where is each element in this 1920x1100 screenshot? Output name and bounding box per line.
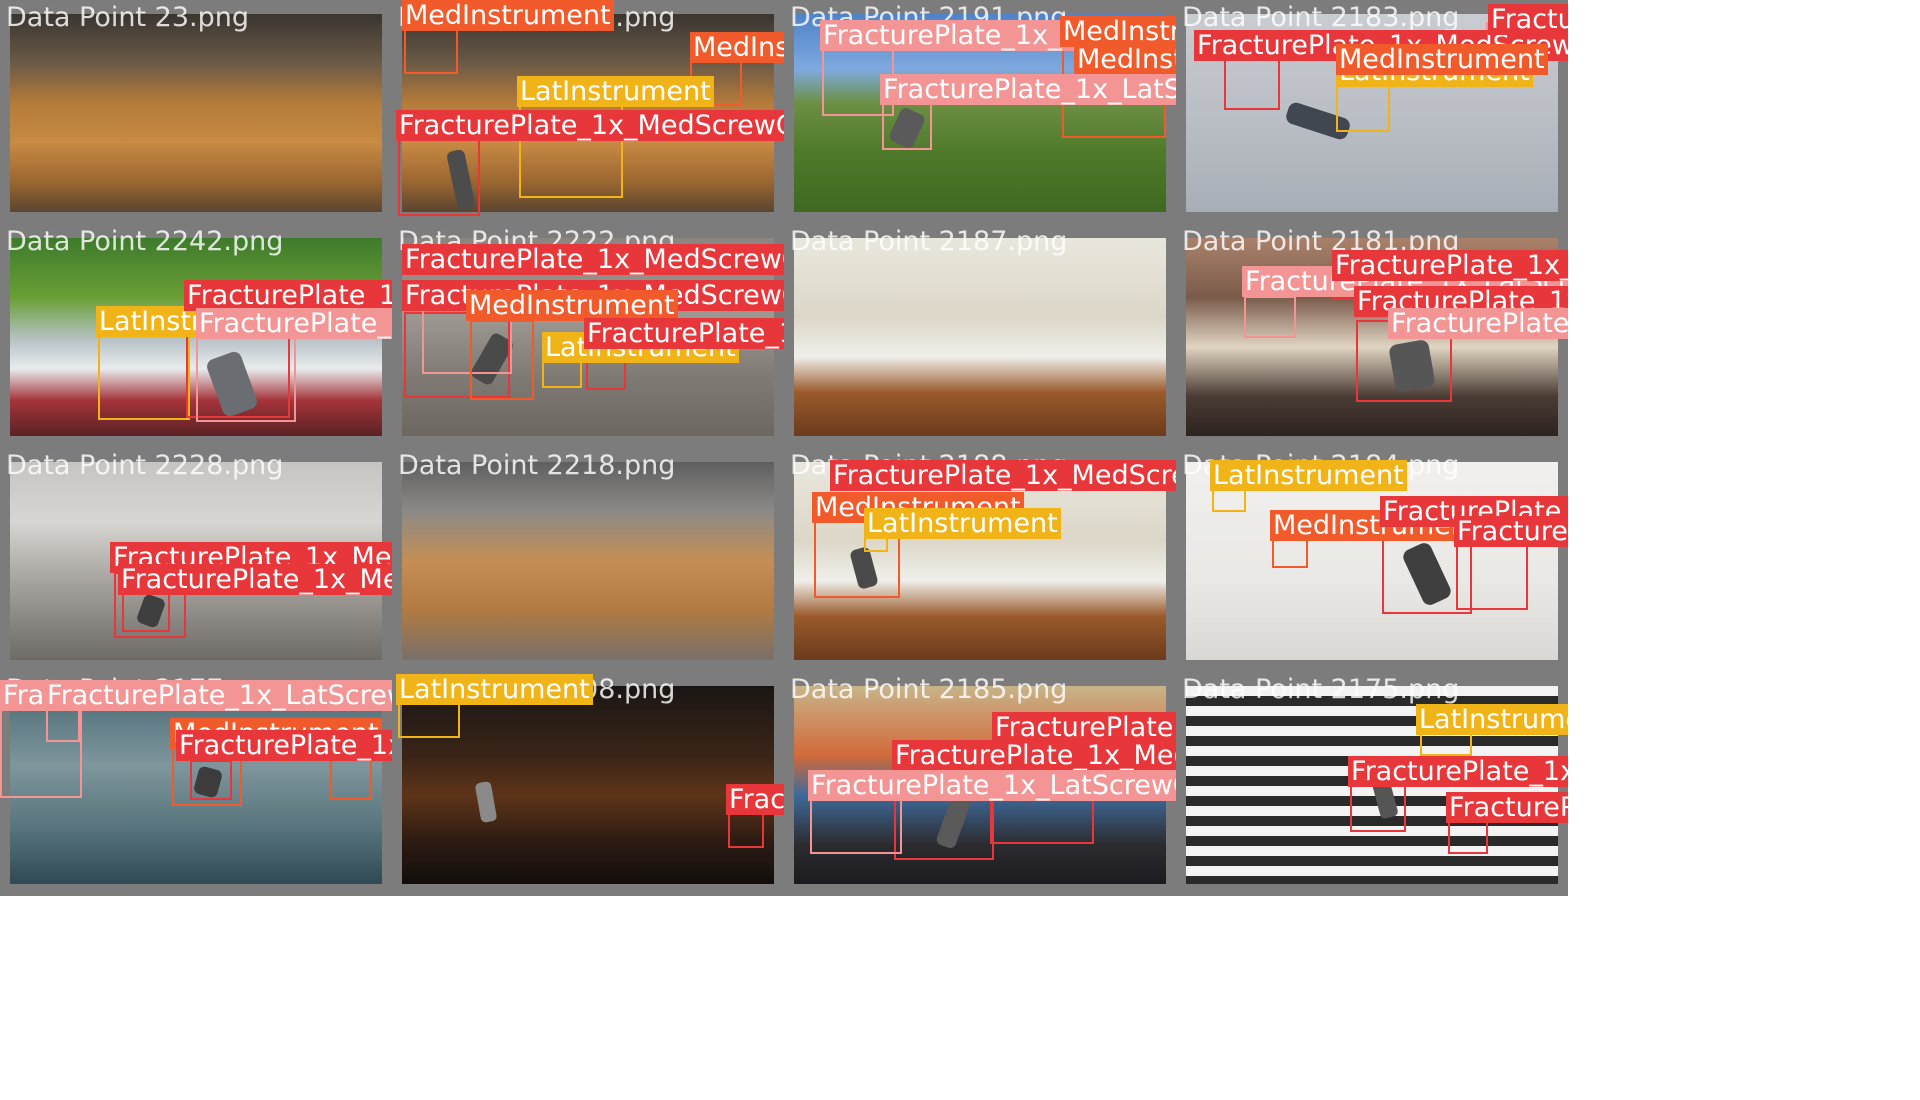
label-lat-instrument: LatInstrument: [1416, 704, 1568, 735]
label-med-instrument: MedInstrument: [466, 290, 678, 321]
label-med-instrument: MedInstrument: [1060, 16, 1176, 47]
tile-data-point-2181: Data Point 2181.png FracturePlate_1x_Lat…: [1176, 224, 1568, 448]
image-filename: Data Point 23.png: [6, 2, 249, 33]
bbox-fracture-plate-med: [190, 760, 232, 800]
bbox-fracture-plate-med: [586, 360, 626, 390]
label-fracture-plate-med: FracturePlate_1x_MedScrewCut1: [184, 280, 392, 311]
label-fracture-plate-med: FracturePlate_1x_MedScrewCut1: [402, 244, 784, 275]
label-fracture-plate-med: FracturePlate_1x_MedScrewCut1: [396, 110, 784, 141]
image-wooden-furniture: [402, 462, 774, 660]
prediction-grid: Data Point 23.png Data Point 2208.png Me…: [0, 0, 1920, 1100]
label-fracture-plate-lat: FracturePlate_1x_LatScrewCut1: [196, 308, 392, 339]
bbox-fracture-plate-lat: [196, 334, 296, 422]
bbox-fracture-plate-med: [1456, 544, 1528, 610]
tile-data-point-2183: Data Point 2183.png FracturePlate_1x_Med…: [1176, 0, 1568, 224]
tile-data-point-23: Data Point 23.png: [0, 0, 392, 224]
label-lat-instrument: LatInstrument: [517, 76, 714, 107]
image-filename: Data Point 2218.png: [398, 450, 676, 481]
label-fracture-plate-lat: FracturePlate_1x_LatScrewCut1: [1388, 308, 1568, 339]
label-fracture-plate-med: FracturePlate_1x_MedScrewCut1: [830, 460, 1176, 491]
label-med-instrument: MedInstrument: [690, 32, 784, 63]
bbox-fracture-plate-lat: [810, 794, 902, 854]
bbox-fracture-plate-lat: [1244, 296, 1296, 338]
tile-data-point-2188: Data Point 2188.png MedInstrument LatIns…: [784, 448, 1176, 672]
label-fracture-plate-med: FracturePlate_1x_MedScrewCut1: [1332, 250, 1568, 281]
image-filename: Data Point 2175.png: [1182, 674, 1460, 705]
image-filename: Data Point 2185.png: [790, 674, 1068, 705]
image-filename: Data Point 2187.png: [790, 226, 1068, 257]
tile-data-point-2187: Data Point 2187.png: [784, 224, 1176, 448]
label-fracture-plate-med: FracturePlate_1x_MedScrewCut1: [118, 564, 392, 595]
image-filename: Data Point 2242.png: [6, 226, 284, 257]
label-fracture-plate-med: FracturePlate_1x_MedScrewCut1: [176, 730, 392, 761]
tile-data-point-2222: Data Point 2222.png FracturePlate_1x_Med…: [392, 224, 784, 448]
bbox-fracture-plate-med: [1224, 58, 1280, 110]
label-fracture-plate-med: FracturePlate_1x_MedScrewCut1: [1488, 4, 1568, 35]
label-fracture-plate-lat: FracturePlate_1x_LatScrewCut1: [880, 74, 1176, 105]
bbox-fracture-plate-med: [728, 812, 764, 848]
tile-data-point-2191: Data Point 2191.png FracturePlate_1x_Lat…: [784, 0, 1176, 224]
image-wooden-table: [10, 14, 382, 212]
label-lat-instrument: LatInstrument: [864, 508, 1061, 539]
tile-data-point-2218: Data Point 2218.png: [392, 448, 784, 672]
tile-data-point-2185: Data Point 2185.png FracturePlate_1x_Med…: [784, 672, 1176, 896]
image-filename: Data Point 2228.png: [6, 450, 284, 481]
label-fracture-plate-med: FracturePlate_1x_MedScrewCut1: [584, 318, 784, 349]
bbox-fracture-plate-lat: [46, 708, 80, 742]
tile-data-point-2208-b: Data Point 2208.png LatInstrument Fractu…: [392, 672, 784, 896]
label-med-instrument: MedInstrument: [1336, 44, 1548, 75]
tile-data-point-2184: Data Point 2184.png LatInstrument MedIns…: [1176, 448, 1568, 672]
image-filename: Data Point 2183.png: [1182, 2, 1460, 33]
bbox-med-instrument: [470, 320, 534, 400]
label-fracture-plate-med: FracturePlate_1x_MedScrewCut1: [1446, 792, 1568, 823]
bbox-med-instrument: [330, 756, 372, 800]
tile-data-point-2242: Data Point 2242.png LatInstrument Fractu…: [0, 224, 392, 448]
label-fracture-plate-med: FracturePlate_1x_MedScrewCut1: [726, 784, 784, 815]
bbox-fracture-plate-med: [122, 590, 170, 632]
label-fracture-plate-lat: FracturePlate_1x_LatScrewCut1: [808, 770, 1176, 801]
label-med-instrument: MedInstrument: [402, 0, 614, 31]
label-fracture-plate-med: FracturePlate_1x_MedScrewCut1: [992, 712, 1176, 743]
label-fracture-plate-med: FracturePlate_1x_MedScrewCut1: [892, 740, 1176, 771]
label-fracture-plate-med: FracturePlate_1x_MedScrewCut1: [1348, 756, 1568, 787]
label-med-instrument: MedInstrument: [1074, 44, 1176, 75]
tile-data-point-2177: Data Point 2177.png FracturePlate_1x_Lat…: [0, 672, 392, 896]
bbox-lat-instrument: [98, 328, 190, 420]
label-fracture-plate-lat: FracturePlate_1x_LatScrewCut1: [44, 680, 392, 711]
image-kitchen: [794, 238, 1166, 436]
tile-data-point-2175: Data Point 2175.png LatInstrument Fractu…: [1176, 672, 1568, 896]
label-lat-instrument: LatInstrument: [1210, 460, 1407, 491]
tile-data-point-2228: Data Point 2228.png FracturePlate_1x_Med…: [0, 448, 392, 672]
bbox-fracture-plate-med: [398, 136, 480, 216]
label-fracture-plate-med: FracturePlate_1x_MedScrewCut1: [1454, 516, 1568, 547]
tile-data-point-2208-a: Data Point 2208.png MedInstrument MedIns…: [392, 0, 784, 224]
label-lat-instrument: LatInstrument: [396, 674, 593, 705]
